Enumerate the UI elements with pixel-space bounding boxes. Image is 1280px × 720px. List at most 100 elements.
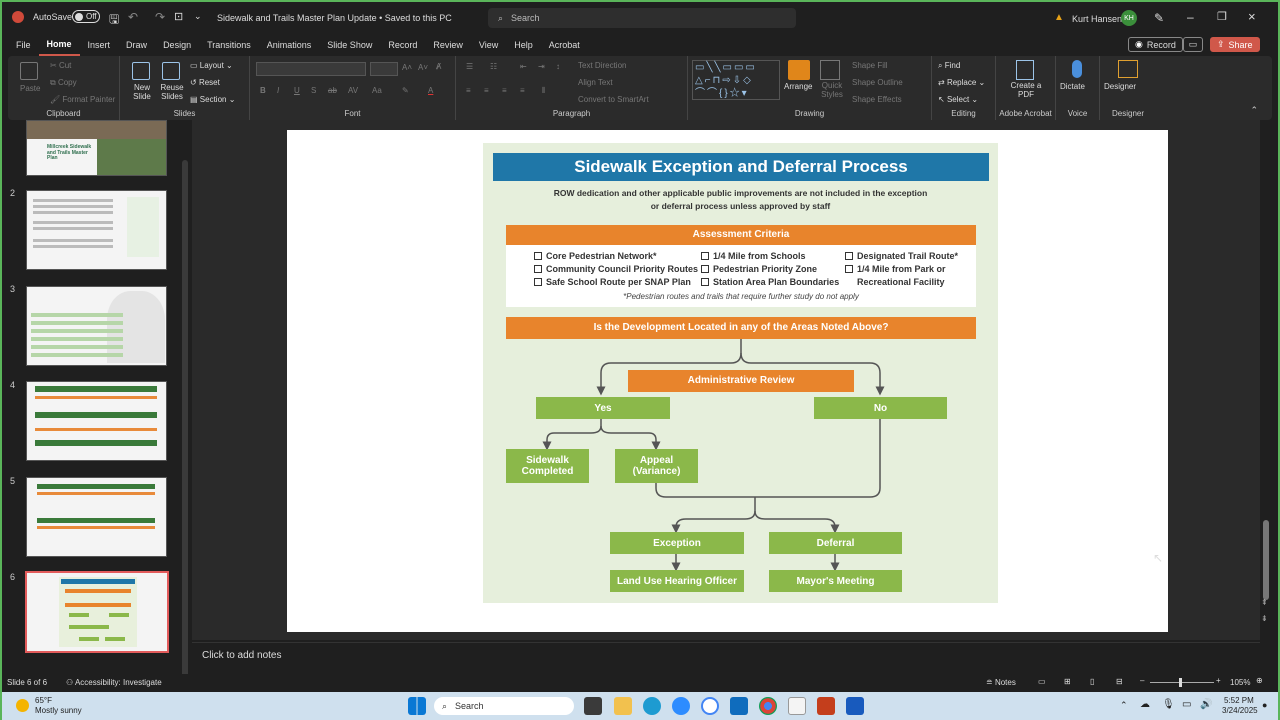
next-slide-icon[interactable]: ⇟ — [1261, 614, 1268, 623]
zoom-in-icon[interactable]: + — [1216, 676, 1221, 685]
justify-icon[interactable]: ≡ — [520, 86, 525, 95]
slide-counter[interactable]: Slide 6 of 6 — [7, 678, 47, 687]
prev-slide-icon[interactable]: ⇞ — [1261, 598, 1268, 607]
chrome-icon[interactable] — [759, 697, 777, 715]
weather-temp[interactable]: 65°F — [35, 696, 52, 705]
shape-fill-button[interactable]: Shape Fill — [852, 61, 888, 70]
tab-help[interactable]: Help — [506, 34, 541, 56]
autosave-toggle[interactable]: Off — [72, 10, 100, 23]
reading-view-icon[interactable]: ▯ — [1090, 677, 1094, 686]
clock-time[interactable]: 5:52 PM — [1224, 696, 1254, 705]
underline-icon[interactable]: U — [294, 86, 300, 95]
edge-icon[interactable] — [643, 697, 661, 715]
slide-thumbnail-3[interactable] — [26, 286, 167, 366]
reset-button[interactable]: ↺ Reset — [190, 78, 220, 87]
section-button[interactable]: ▤ Section ⌄ — [190, 95, 235, 104]
scroll-thumb[interactable] — [1263, 520, 1269, 600]
reuse-slides-button[interactable]: Reuse Slides — [158, 83, 186, 102]
slide-thumbnail-6[interactable] — [25, 571, 169, 653]
network-icon[interactable]: ▭ — [1182, 699, 1191, 710]
thumbnail-scrollbar[interactable] — [182, 160, 188, 680]
shapes-gallery[interactable]: ▭╲╲▭▭▭ △⌐⊓⇨⇩◇ ⌒⌒{}☆▾ — [692, 60, 780, 100]
tray-chevron-icon[interactable]: ⌃ — [1120, 700, 1128, 711]
font-shrink-icon[interactable]: A˅ — [418, 63, 428, 72]
strikethrough-icon[interactable]: ab — [328, 86, 337, 95]
normal-view-icon[interactable]: ▭ — [1038, 677, 1046, 686]
paste-button[interactable]: Paste — [20, 84, 40, 93]
new-slide-button[interactable]: New Slide — [128, 83, 156, 102]
weather-desc[interactable]: Mostly sunny — [35, 706, 82, 715]
collapse-ribbon-icon[interactable]: ⌃ — [1250, 105, 1258, 116]
word-icon[interactable] — [846, 697, 864, 715]
slideshow-icon[interactable]: ⊟ — [1116, 677, 1123, 686]
copy-button[interactable]: ⧉ Copy — [50, 78, 77, 88]
tab-review[interactable]: Review — [425, 34, 471, 56]
line-spacing-icon[interactable]: ↕ — [556, 62, 560, 71]
volume-icon[interactable]: 🔊 — [1200, 699, 1212, 710]
quick-styles-button[interactable]: Quick Styles — [818, 81, 846, 100]
slide-canvas[interactable]: Sidewalk Exception and Deferral Process … — [287, 130, 1168, 632]
align-right-icon[interactable]: ≡ — [502, 86, 507, 95]
bold-icon[interactable]: B — [260, 86, 266, 95]
replace-button[interactable]: ⇄ Replace ⌄ — [938, 78, 985, 87]
close-icon[interactable]: × — [1248, 9, 1256, 24]
windows-start-icon[interactable] — [408, 697, 426, 715]
select-button[interactable]: ↖ Select ⌄ — [938, 95, 978, 104]
zoom-level[interactable]: 105% — [1230, 678, 1250, 687]
outdent-icon[interactable]: ⇥ — [538, 62, 545, 71]
highlight-icon[interactable]: ✎ — [402, 86, 409, 95]
create-pdf-button[interactable]: Create a PDF — [1002, 81, 1050, 100]
shadow-icon[interactable]: S — [311, 86, 316, 95]
slide-thumbnail-5[interactable] — [26, 477, 167, 557]
tab-animations[interactable]: Animations — [259, 34, 320, 56]
search-box[interactable]: ⌕ Search — [488, 8, 796, 28]
change-case-icon[interactable]: Aa — [372, 86, 382, 95]
align-left-icon[interactable]: ≡ — [466, 86, 471, 95]
font-size-select[interactable] — [370, 62, 398, 76]
zoom-slider[interactable] — [1150, 682, 1214, 683]
minimize-icon[interactable]: – — [1187, 10, 1194, 24]
tab-insert[interactable]: Insert — [80, 34, 119, 56]
font-color-icon[interactable]: A — [428, 86, 433, 95]
notification-icon[interactable]: ● — [1262, 700, 1267, 710]
tab-slide-show[interactable]: Slide Show — [319, 34, 380, 56]
avatar[interactable]: KH — [1121, 10, 1137, 26]
italic-icon[interactable]: I — [277, 86, 279, 95]
fit-slide-icon[interactable]: ⊕ — [1256, 676, 1263, 685]
redo-icon[interactable]: ↷ — [155, 10, 165, 24]
smartart-button[interactable]: Convert to SmartArt — [578, 95, 649, 104]
find-button[interactable]: ⌕ Find — [938, 61, 960, 71]
powerpoint-taskbar-icon[interactable] — [817, 697, 835, 715]
tab-draw[interactable]: Draw — [118, 34, 155, 56]
clear-format-icon[interactable]: Ⱥ — [436, 62, 441, 71]
share-button[interactable]: ⇪ Share — [1210, 37, 1260, 52]
task-view-icon[interactable] — [584, 697, 602, 715]
numbering-icon[interactable]: ☷ — [490, 62, 497, 71]
zoom-out-icon[interactable]: – — [1140, 676, 1144, 685]
tab-home[interactable]: Home — [38, 34, 80, 56]
notes-pane[interactable]: Click to add notes — [192, 642, 1260, 668]
shape-effects-button[interactable]: Shape Effects — [852, 95, 902, 104]
arrange-button[interactable]: Arrange — [784, 82, 812, 91]
layout-button[interactable]: ▭ Layout ⌄ — [190, 61, 233, 70]
char-spacing-icon[interactable]: AV — [348, 86, 358, 95]
notes-button[interactable]: ≘ Notes — [986, 678, 1016, 687]
format-painter-button[interactable]: 🖌 Format Painter — [50, 95, 115, 104]
align-text-button[interactable]: Align Text — [578, 78, 613, 87]
slide-thumbnail-2[interactable] — [26, 190, 167, 270]
shape-outline-button[interactable]: Shape Outline — [852, 78, 903, 87]
save-icon[interactable]: 🖫 — [109, 10, 119, 31]
indent-icon[interactable]: ⇤ — [520, 62, 527, 71]
tab-file[interactable]: File — [8, 34, 39, 56]
notepad-icon[interactable] — [788, 697, 806, 715]
dictate-button[interactable]: Dictate — [1060, 82, 1085, 91]
outlook-icon[interactable] — [730, 697, 748, 715]
slide-thumbnail-1[interactable]: Millcreek Sidewalk and Trails Master Pla… — [26, 120, 167, 176]
slide-sorter-icon[interactable]: ⊞ — [1064, 677, 1071, 686]
tab-view[interactable]: View — [471, 34, 506, 56]
cloud-icon[interactable]: ☁ — [1140, 699, 1150, 710]
present-icon[interactable]: ⊡ — [174, 10, 183, 23]
font-grow-icon[interactable]: A˄ — [402, 63, 412, 72]
accessibility-button[interactable]: ⚇ Accessibility: Investigate — [66, 678, 162, 687]
align-center-icon[interactable]: ≡ — [484, 86, 489, 95]
